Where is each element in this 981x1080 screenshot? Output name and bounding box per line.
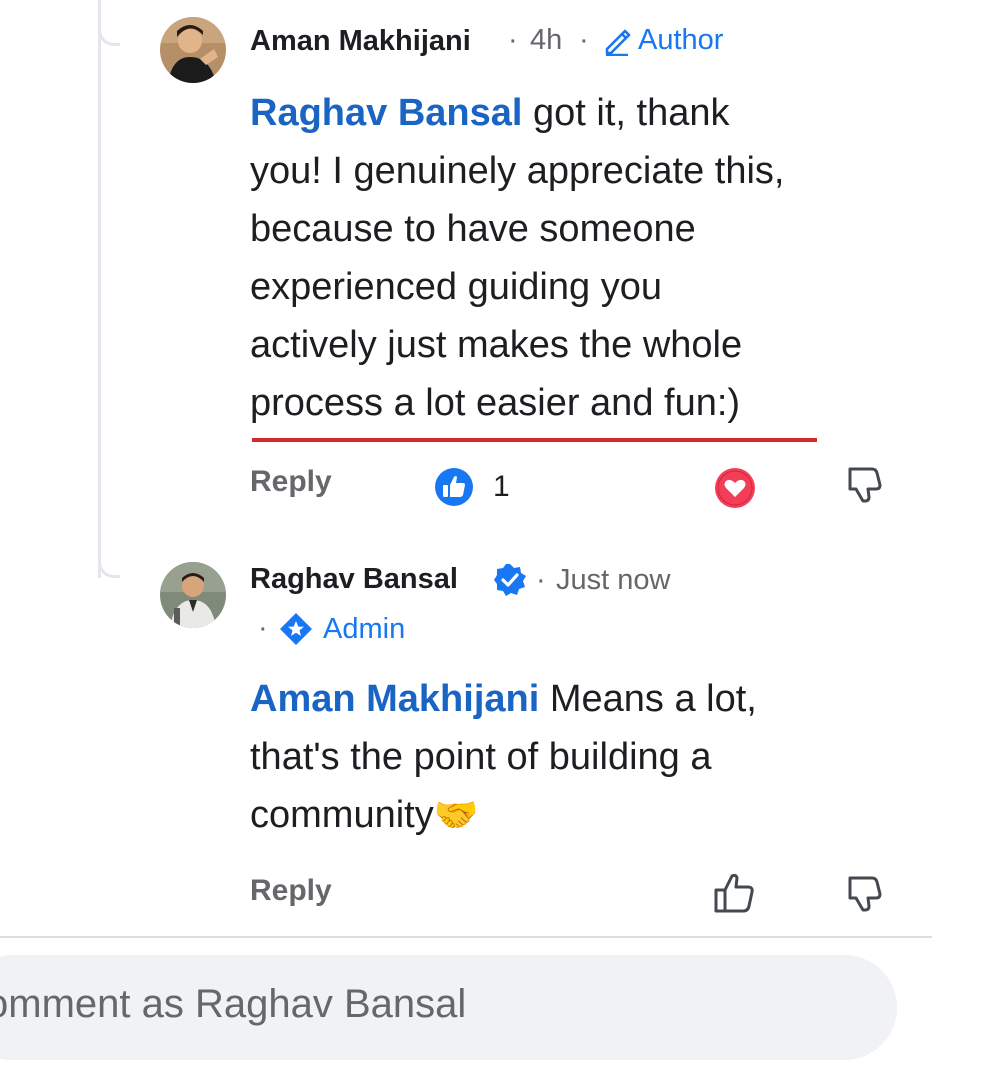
reply-button[interactable]: Reply (250, 465, 332, 499)
mention-link[interactable]: Raghav Bansal (250, 92, 522, 134)
comment-body: Aman Makhijani Means a lot, that's the p… (250, 670, 950, 844)
handshake-emoji: 🤝 (433, 794, 479, 835)
like-count[interactable]: 1 (493, 470, 510, 504)
meta-separator: · (536, 564, 546, 596)
thread-branch (98, 560, 120, 578)
avatar-aman[interactable] (160, 17, 226, 83)
comment-text-line: because to have someone (250, 208, 696, 250)
reply-button[interactable]: Reply (250, 874, 332, 908)
comment-text-line: got it, thank (522, 92, 730, 134)
meta-separator: · (258, 612, 268, 644)
comment-author[interactable]: Raghav Bansal (250, 563, 458, 596)
comment-input-placeholder: omment as Raghav Bansal (0, 982, 467, 1026)
meta-separator: · (508, 24, 518, 56)
comment-author[interactable]: Aman Makhijani (250, 25, 471, 58)
thread-branch (98, 28, 120, 46)
meta-separator: · (579, 24, 589, 56)
author-badge: Author (602, 24, 723, 57)
pencil-icon (605, 29, 631, 56)
thread-line (98, 0, 101, 578)
comment-text-line: community (250, 794, 434, 836)
dislike-icon[interactable] (842, 463, 886, 512)
comment-text-line: you! I genuinely appreciate this, (250, 150, 785, 192)
avatar-raghav[interactable] (160, 562, 226, 628)
admin-shield-icon (280, 613, 312, 645)
comment-text-line: experienced guiding you (250, 266, 662, 308)
section-divider (0, 936, 932, 938)
badge-label: Author (638, 24, 724, 56)
badge-label: Admin (323, 612, 406, 645)
mention-link[interactable]: Aman Makhijani (250, 678, 539, 720)
admin-badge: Admin (277, 610, 405, 648)
comment-body: Raghav Bansal got it, thank you! I genui… (250, 84, 950, 432)
comment-text-line: process a lot easier and fun:) (250, 382, 741, 424)
dislike-icon[interactable] (842, 872, 886, 921)
comment-timestamp[interactable]: 4h (530, 24, 562, 57)
comment-timestamp[interactable]: Just now (556, 564, 670, 597)
comment-text-line: Means a lot, (539, 678, 757, 720)
verified-badge-icon (492, 562, 528, 603)
highlight-underline (252, 438, 817, 442)
like-icon[interactable] (712, 870, 758, 921)
love-reaction-icon[interactable] (714, 467, 756, 514)
like-reaction-icon[interactable] (434, 467, 474, 512)
comment-text-line: actively just makes the whole (250, 324, 743, 366)
comment-text-line: that's the point of building a (250, 736, 712, 778)
